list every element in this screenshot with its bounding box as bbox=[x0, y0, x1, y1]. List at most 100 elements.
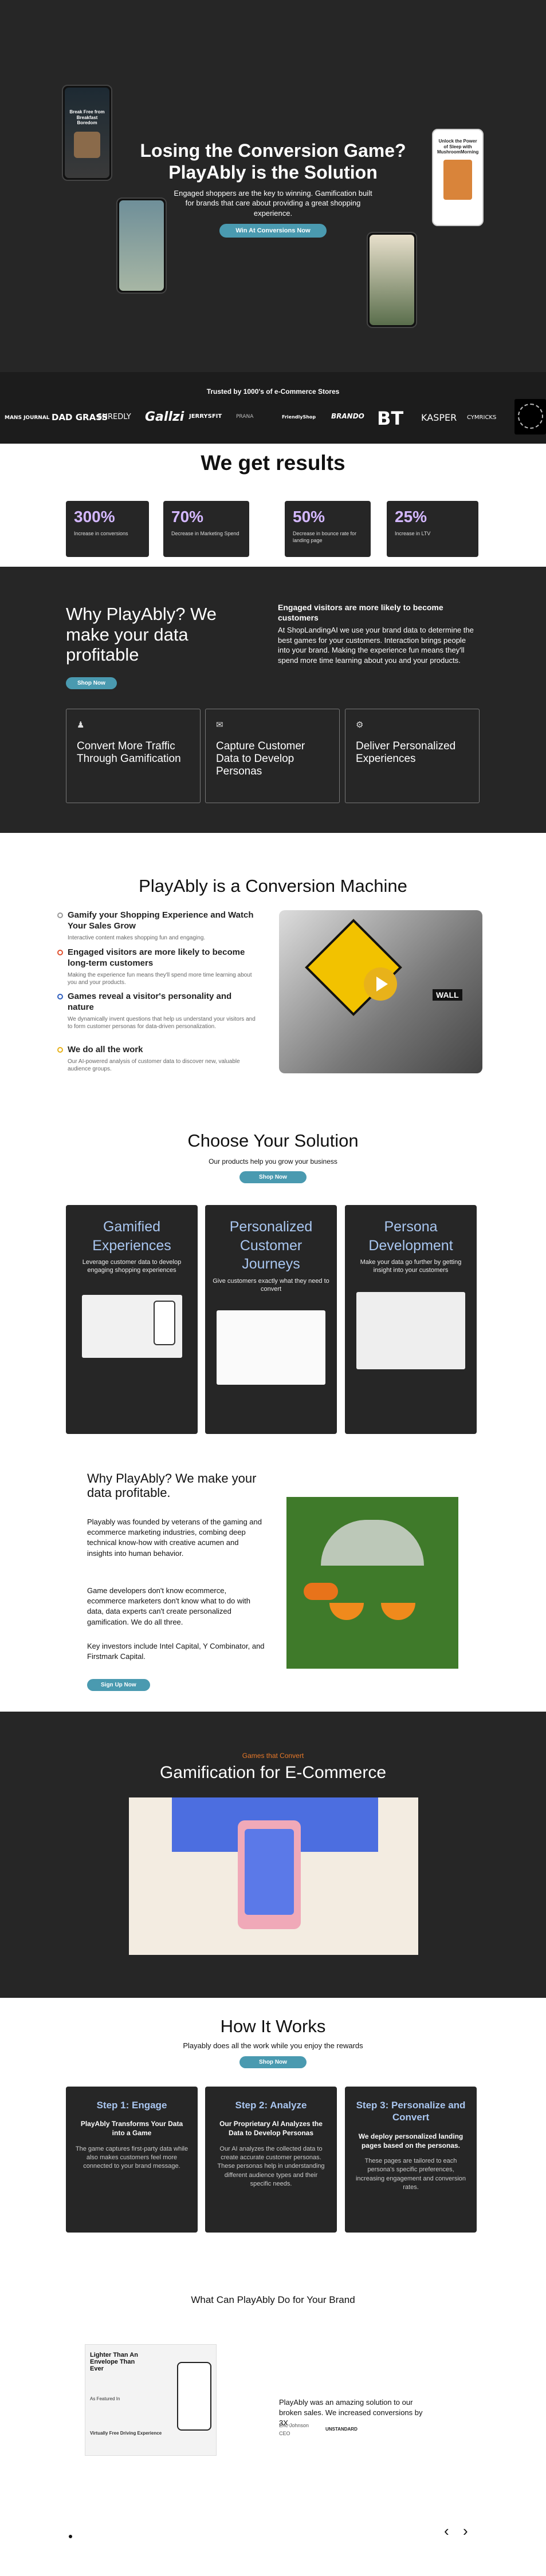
feature-item: Games reveal a visitor's personality and… bbox=[57, 991, 257, 1030]
logos-strip: Trusted by 1000's of e-Commerce Stores M… bbox=[0, 372, 546, 444]
feature-dot-icon bbox=[57, 912, 63, 918]
logo-11 bbox=[514, 399, 546, 434]
logo-4: JERRYSFIT bbox=[189, 413, 222, 420]
why-card: ♟ Convert More Traffic Through Gamificat… bbox=[66, 709, 201, 803]
play-icon[interactable] bbox=[364, 967, 397, 1001]
about-heading: Why PlayAbly? We make your data profitab… bbox=[87, 1471, 257, 1500]
feature-dot-icon bbox=[57, 994, 63, 999]
logo-8: BT bbox=[377, 408, 404, 429]
stat-card: 300% Increase in conversions bbox=[66, 501, 149, 557]
feature-item: Gamify your Shopping Experience and Watc… bbox=[57, 910, 257, 942]
feature-title: We do all the work bbox=[68, 1045, 143, 1054]
logo-7: BRANDO bbox=[331, 412, 364, 420]
about-paragraph-1: Playably was founded by veterans of the … bbox=[87, 1518, 262, 1558]
stat-card: 70% Decrease in Marketing Spend bbox=[163, 501, 249, 557]
stat-card: 25% Increase in LTV bbox=[387, 501, 478, 557]
solution-card-desc: Make your data go further by getting ins… bbox=[360, 1259, 462, 1274]
why-card-title: Capture Customer Data to Develop Persona… bbox=[216, 740, 305, 777]
ecom-section: Games that Convert Gamification for E-Co… bbox=[0, 1712, 546, 1998]
how-shop-button[interactable]: Shop Now bbox=[239, 2056, 307, 2068]
phone-mockup-right: Unlock the Power of Sleep with MushroomM… bbox=[432, 129, 484, 226]
machine-video[interactable]: WALL bbox=[279, 910, 482, 1073]
solution-card-image bbox=[81, 1294, 182, 1358]
step-card: Step 1: Engage PlayAbly Transforms Your … bbox=[66, 2087, 198, 2233]
why-heading: Why PlayAbly? We make your data profitab… bbox=[66, 604, 217, 665]
video-sign-text: WALL bbox=[433, 989, 462, 1001]
solution-card-image bbox=[217, 1310, 325, 1385]
step-card: Step 2: Analyze Our Proprietary AI Analy… bbox=[205, 2087, 337, 2233]
feature-desc: Our AI-powered analysis of customer data… bbox=[68, 1058, 240, 1072]
carousel-dot[interactable] bbox=[69, 2535, 72, 2538]
step-subtitle: Our Proprietary AI Analyzes the Data to … bbox=[219, 2120, 323, 2138]
road-sign bbox=[305, 919, 402, 1016]
testimonial-image: Lighter Than An Envelope Than Ever As Fe… bbox=[85, 2344, 217, 2456]
step-title: Step 1: Engage bbox=[96, 2100, 167, 2111]
feature-title: Engaged visitors are more likely to beco… bbox=[68, 947, 245, 968]
solution-card-desc: Leverage customer data to develop engagi… bbox=[82, 1259, 182, 1274]
solution-card-title: Gamified Experiences bbox=[92, 1219, 171, 1254]
how-subheading: Playably does all the work while you enj… bbox=[183, 2041, 363, 2050]
why-card: ⚙ Deliver Personalized Experiences bbox=[345, 709, 480, 803]
feature-desc: Making the experience fun means they'll … bbox=[68, 971, 252, 986]
step-desc: The game captures first-party data while… bbox=[75, 2145, 188, 2170]
stat-label: Increase in LTV bbox=[395, 531, 431, 536]
feature-desc: We dynamically invent questions that hel… bbox=[68, 1016, 256, 1030]
solution-card-desc: Give customers exactly what they need to… bbox=[213, 1277, 329, 1293]
why-right-heading: Engaged visitors are more likely to beco… bbox=[278, 603, 443, 623]
logo-10: CYMRICKS bbox=[467, 414, 497, 421]
phone-mockup-mid-right bbox=[367, 232, 417, 328]
why-right-body: At ShopLandingAI we use your brand data … bbox=[278, 626, 474, 665]
feature-title: Gamify your Shopping Experience and Watc… bbox=[68, 910, 254, 931]
solution-card: Persona Development Make your data go fu… bbox=[345, 1205, 477, 1434]
bird-feeder-image bbox=[286, 1497, 458, 1669]
machine-heading: PlayAbly is a Conversion Machine bbox=[139, 876, 407, 896]
ecom-heading: Gamification for E-Commerce bbox=[159, 1763, 387, 1782]
about-paragraph-2: Game developers don't know ecommerce, ec… bbox=[87, 1586, 250, 1626]
how-heading: How It Works bbox=[220, 2016, 326, 2036]
stat-value: 25% bbox=[395, 508, 427, 526]
sign-up-button[interactable]: Sign Up Now bbox=[87, 1679, 150, 1691]
feature-dot-icon bbox=[57, 950, 63, 955]
logo-2: SHREDLY bbox=[97, 413, 131, 421]
chevron-left-icon[interactable]: ‹ bbox=[444, 2523, 449, 2538]
logo-0: MANS JOURNAL bbox=[5, 415, 50, 421]
why-card-title: Convert More Traffic Through Gamificatio… bbox=[77, 740, 181, 765]
step-desc: These pages are tailored to each persona… bbox=[355, 2157, 466, 2191]
feature-title: Games reveal a visitor's personality and… bbox=[68, 991, 232, 1012]
step-desc: Our AI analyzes the collected data to cr… bbox=[217, 2145, 325, 2188]
phone-left-text: Break Free from Breakfast Boredom bbox=[69, 109, 105, 126]
hero-section: Break Free from Breakfast Boredom Unlock… bbox=[0, 0, 546, 372]
stat-card: 50% Decrease in bounce rate for landing … bbox=[285, 501, 371, 557]
stat-label: Decrease in Marketing Spend bbox=[171, 531, 239, 536]
logo-9: KASPER bbox=[421, 412, 457, 423]
stat-value: 300% bbox=[74, 508, 115, 526]
gear-icon: ⚙ bbox=[356, 720, 364, 730]
step-subtitle: PlayAbly Transforms Your Data into a Gam… bbox=[80, 2120, 183, 2138]
solution-card-title: Personalized Customer Journeys bbox=[229, 1219, 313, 1272]
step-subtitle: We deploy personalized landing pages bas… bbox=[358, 2132, 463, 2150]
solution-card: Gamified Experiences Leverage customer d… bbox=[66, 1205, 198, 1434]
solution-card-title: Persona Development bbox=[368, 1219, 453, 1254]
solution-shop-button[interactable]: Shop Now bbox=[239, 1171, 307, 1183]
solution-heading: Choose Your Solution bbox=[187, 1131, 359, 1151]
feature-desc: Interactive content makes shopping fun a… bbox=[68, 934, 206, 941]
feature-dot-icon bbox=[57, 1047, 63, 1053]
logo-3: Gallzi bbox=[145, 410, 184, 424]
win-conversions-button[interactable]: Win At Conversions Now bbox=[219, 224, 327, 238]
hero-title-line2: PlayAbly is the Solution bbox=[168, 162, 378, 183]
step-title: Step 3: Personalize and Convert bbox=[356, 2100, 466, 2123]
chevron-right-icon[interactable]: › bbox=[463, 2523, 468, 2538]
about-paragraph-3: Key investors include Intel Capital, Y C… bbox=[87, 1642, 265, 1661]
phone-mockup-left: Break Free from Breakfast Boredom bbox=[62, 85, 112, 181]
step-card: Step 3: Personalize and Convert We deplo… bbox=[345, 2087, 477, 2233]
feature-item: We do all the work Our AI-powered analys… bbox=[57, 1045, 257, 1073]
mail-icon: ✉ bbox=[216, 720, 223, 730]
feature-item: Engaged visitors are more likely to beco… bbox=[57, 947, 257, 986]
stat-label: Increase in conversions bbox=[74, 531, 128, 536]
testimonial-role: CEO bbox=[279, 2431, 290, 2436]
why-shop-button[interactable]: Shop Now bbox=[66, 677, 117, 689]
stat-label: Decrease in bounce rate for landing page bbox=[293, 531, 357, 543]
hero-title-line1: Losing the Conversion Game? bbox=[140, 140, 406, 161]
ecom-illustration bbox=[129, 1797, 418, 1955]
testimonial-heading: What Can PlayAbly Do for Your Brand bbox=[191, 2294, 355, 2305]
